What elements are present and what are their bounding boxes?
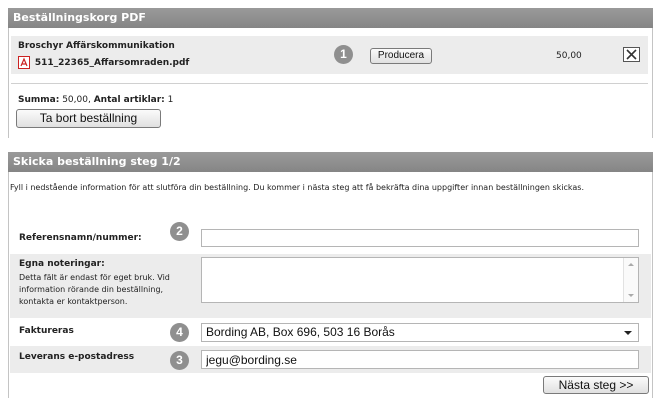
- cart-summary: Summa: 50,00, Antal artiklar: 1: [18, 95, 173, 105]
- cart-divider: [11, 83, 648, 84]
- pdf-file-link[interactable]: 511_22365_Affarsomraden.pdf: [18, 56, 189, 69]
- order-title: Skicka beställning steg 1/2: [13, 155, 181, 168]
- pdf-file-name: 511_22365_Affarsomraden.pdf: [34, 57, 190, 68]
- notes-scrollbar[interactable]: [623, 258, 638, 302]
- summary-sum-value: 50,00,: [62, 95, 91, 105]
- cart-title: Beställningskorg PDF: [13, 11, 146, 24]
- email-input[interactable]: [201, 350, 639, 369]
- cart-panel: Broschyr Affärskommunikation 511_22365_A…: [8, 28, 653, 138]
- reference-input[interactable]: [201, 229, 639, 247]
- invoice-row: Faktureras 4 Bording AB, Box 696, 503 16…: [10, 318, 651, 346]
- chevron-down-icon: [624, 331, 632, 335]
- email-row: Leverans e-postadress 3: [10, 346, 651, 373]
- cart-item-row: Broschyr Affärskommunikation 511_22365_A…: [11, 36, 648, 74]
- notes-textarea[interactable]: [201, 257, 639, 303]
- summary-sum-label: Summa:: [18, 95, 60, 105]
- email-label: Leverans e-postadress: [19, 352, 135, 362]
- step-badge-4: 4: [170, 323, 189, 342]
- order-intro: Fyll i nedstående information för att sl…: [10, 183, 584, 192]
- notes-label: Egna noteringar:: [19, 259, 105, 269]
- close-icon: [626, 49, 637, 60]
- summary-count-label: Antal artiklar:: [93, 95, 165, 105]
- reference-label: Referensnamn/nummer:: [19, 233, 142, 243]
- order-header: Skicka beställning steg 1/2: [8, 152, 653, 172]
- invoice-label: Faktureras: [19, 326, 74, 336]
- next-step-button[interactable]: Nästa steg >>: [543, 376, 649, 394]
- remove-order-button[interactable]: Ta bort beställning: [16, 109, 161, 128]
- remove-item-button[interactable]: [623, 47, 640, 62]
- step-badge-3: 3: [170, 351, 189, 370]
- item-price: 50,00: [556, 51, 582, 61]
- notes-help: Detta fält är endast för eget bruk. Vid …: [19, 273, 170, 306]
- scroll-up-icon: [628, 263, 634, 266]
- produce-button[interactable]: Producera: [370, 48, 432, 64]
- scroll-down-icon: [628, 294, 634, 297]
- summary-count-value: 1: [167, 95, 174, 105]
- product-name: Broschyr Affärskommunikation: [18, 41, 175, 51]
- step-badge-1: 1: [334, 45, 353, 64]
- pdf-icon: [18, 56, 30, 69]
- cart-header: Beställningskorg PDF: [8, 8, 653, 28]
- notes-row: Egna noteringar: Detta fält är endast fö…: [10, 254, 651, 318]
- invoice-selected: Bording AB, Box 696, 503 16 Borås: [206, 325, 395, 339]
- reference-row: Referensnamn/nummer: 2: [10, 222, 651, 254]
- invoice-select[interactable]: Bording AB, Box 696, 503 16 Borås: [201, 323, 639, 342]
- step-badge-2: 2: [170, 222, 189, 241]
